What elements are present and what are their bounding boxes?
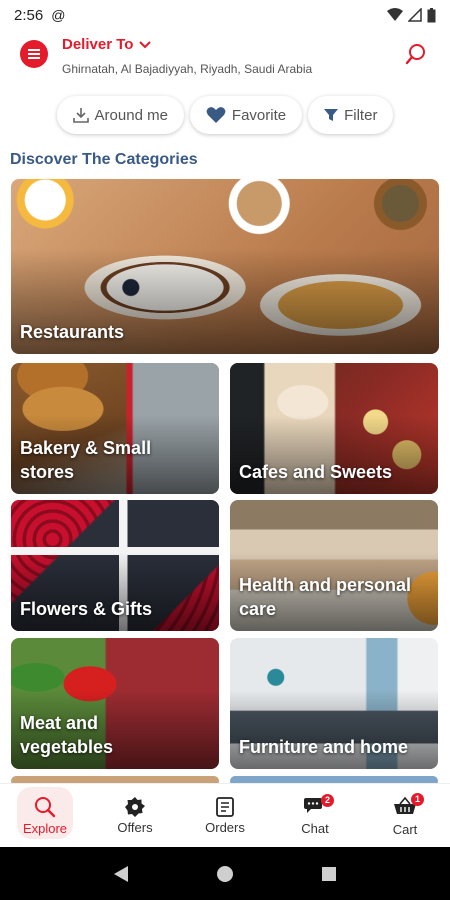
filter-label: Filter	[344, 106, 378, 124]
nav-explore[interactable]: Explore	[0, 784, 90, 848]
deliver-to-label: Deliver To	[62, 36, 134, 53]
wifi-icon	[387, 8, 403, 21]
nav-label: Chat	[301, 820, 329, 836]
around-me-chip[interactable]: Around me	[56, 96, 184, 134]
search-icon	[35, 797, 56, 818]
search-button[interactable]	[404, 42, 428, 66]
category-card-cafes[interactable]: Cafes and Sweets	[230, 363, 438, 494]
deliver-to-dropdown[interactable]: Deliver To	[62, 36, 152, 53]
nav-label: Cart	[392, 821, 418, 837]
nav-label: Offers	[117, 820, 153, 835]
filter-chip[interactable]: Filter	[308, 96, 394, 134]
chat-icon-wrap: 2	[304, 793, 334, 818]
at-sign-icon: @	[51, 7, 66, 23]
search-icon	[405, 44, 425, 65]
back-icon[interactable]	[113, 865, 129, 883]
nav-chat[interactable]: 2 Chat	[270, 784, 360, 848]
filter-chips: Around me Favorite Filter	[0, 96, 450, 134]
category-label: Health and personal care	[239, 575, 412, 619]
category-card-flowers[interactable]: Flowers & Gifts	[11, 500, 219, 631]
category-label: Flowers & Gifts	[20, 599, 153, 619]
status-time: 2:56	[14, 6, 44, 24]
category-card-health[interactable]: Health and personal care	[230, 500, 438, 631]
gear-badge-icon	[125, 797, 145, 817]
receipt-icon	[216, 797, 234, 817]
signal-icon	[408, 8, 422, 22]
category-label: Bakery & Small stores	[20, 438, 152, 482]
chat-badge: 2	[321, 793, 334, 807]
category-label: Cafes and Sweets	[239, 462, 393, 482]
nav-label: Explore	[22, 821, 68, 836]
favorite-chip[interactable]: Favorite	[189, 96, 303, 134]
nav-orders[interactable]: Orders	[180, 784, 270, 848]
around-me-label: Around me	[94, 106, 168, 124]
category-label: Restaurants	[20, 322, 125, 342]
header: Deliver To Ghirnatah, Al Bajadiyyah, Riy…	[0, 30, 450, 86]
delivery-address[interactable]: Ghirnatah, Al Bajadiyyah, Riyadh, Saudi …	[62, 62, 312, 76]
category-card-meat[interactable]: Meat and vegetables	[11, 638, 219, 769]
chevron-down-icon	[139, 40, 152, 48]
menu-button[interactable]	[20, 40, 48, 68]
nav-cart[interactable]: 1 Cart	[360, 784, 450, 848]
section-title: Discover The Categories	[10, 151, 198, 168]
home-icon[interactable]	[216, 865, 234, 883]
status-bar: 2:56 @	[0, 0, 450, 30]
battery-icon	[427, 7, 436, 22]
cart-badge: 1	[411, 792, 424, 806]
category-label: Meat and vegetables	[20, 713, 114, 757]
nav-offers[interactable]: Offers	[90, 784, 180, 848]
category-label: Furniture and home	[239, 737, 409, 757]
filter-icon	[324, 109, 339, 121]
nav-label: Orders	[205, 820, 245, 835]
category-card-furniture[interactable]: Furniture and home	[230, 638, 438, 769]
system-nav-bar	[0, 847, 450, 900]
download-pin-icon	[72, 108, 89, 123]
category-card-bakery[interactable]: Bakery & Small stores	[11, 363, 219, 494]
cart-icon-wrap: 1	[394, 792, 424, 819]
favorite-label: Favorite	[231, 106, 287, 124]
recents-icon[interactable]	[321, 866, 337, 882]
category-card-restaurants[interactable]: Restaurants	[11, 179, 439, 354]
bottom-nav: Explore Offers Orders 2 Chat 1 Cart	[0, 783, 450, 847]
menu-icon	[28, 49, 40, 59]
heart-icon	[206, 107, 226, 123]
